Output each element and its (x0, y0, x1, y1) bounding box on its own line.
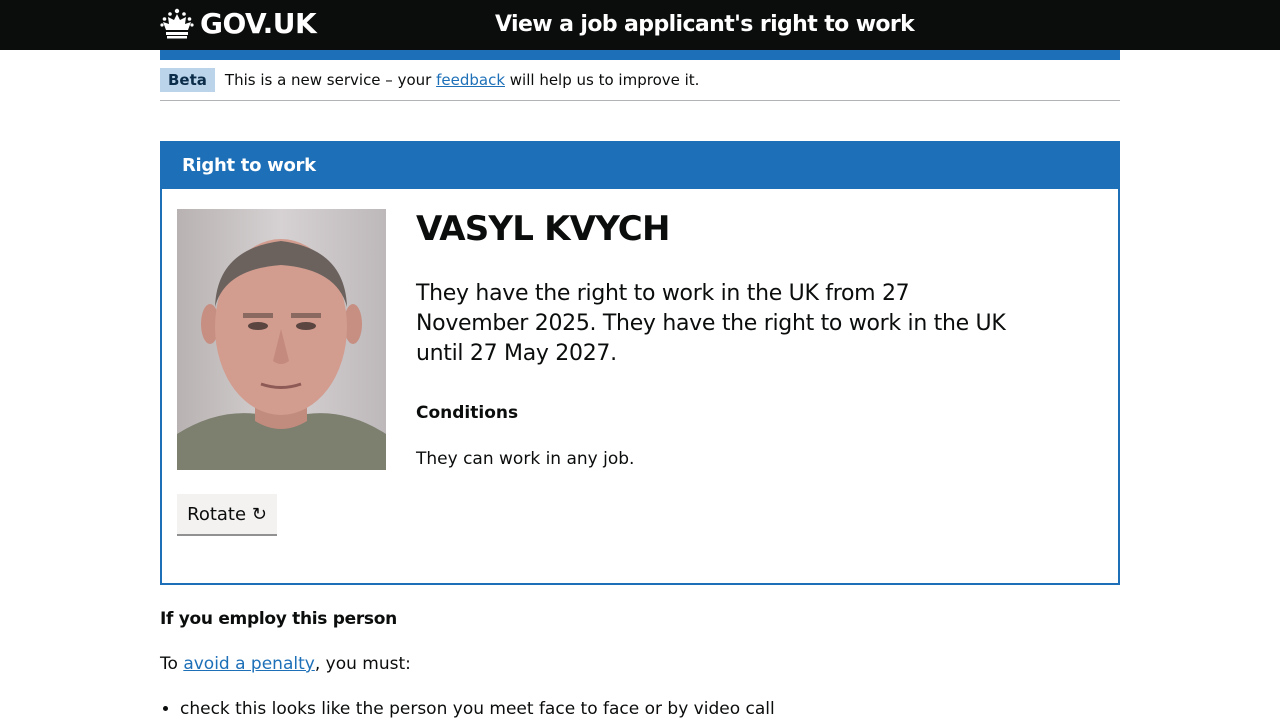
service-name[interactable]: View a job applicant's right to work (495, 10, 915, 40)
employ-intro-after: , you must: (314, 654, 411, 674)
applicant-details: VASYL KVYCH They have the right to work … (416, 207, 1016, 473)
header-blue-strip (160, 50, 1120, 60)
employ-intro-before: To (160, 654, 178, 674)
beta-tag: Beta (160, 68, 215, 92)
phase-text-after: will help us to improve it. (509, 71, 700, 89)
right-to-work-summary: They have the right to work in the UK fr… (416, 281, 1006, 366)
right-to-work-card: Right to work Rotate ↻ VASYL KVYCH They … (160, 141, 1120, 585)
site-header: GOV.UK View a job applicant's right to w… (0, 0, 1280, 50)
rotate-button[interactable]: Rotate ↻ (177, 494, 277, 534)
employ-heading: If you employ this person (160, 609, 397, 629)
phase-banner: Beta This is a new service – your feedba… (160, 60, 1120, 101)
crown-icon (160, 8, 194, 40)
phase-text-before: This is a new service – your (224, 71, 432, 89)
applicant-name: VASYL KVYCH (416, 209, 670, 249)
conditions-heading: Conditions (416, 403, 519, 423)
govuk-logo-link[interactable]: GOV.UK (160, 5, 317, 43)
employ-section: If you employ this person To avoid a pen… (160, 585, 1120, 723)
card-heading: Right to work (162, 143, 1118, 189)
conditions-text: They can work in any job. (416, 449, 635, 469)
employ-intro: To avoid a penalty, you must: (160, 650, 1120, 678)
feedback-link[interactable]: feedback (436, 71, 505, 89)
phase-banner-text: This is a new service – your feedback wi… (225, 70, 700, 90)
avoid-penalty-link[interactable]: avoid a penalty (183, 654, 315, 674)
logo-text: GOV.UK (200, 7, 317, 40)
list-item: check this looks like the person you mee… (180, 695, 1120, 723)
employ-list: check this looks like the person you mee… (160, 695, 1120, 723)
applicant-photo (177, 209, 386, 470)
